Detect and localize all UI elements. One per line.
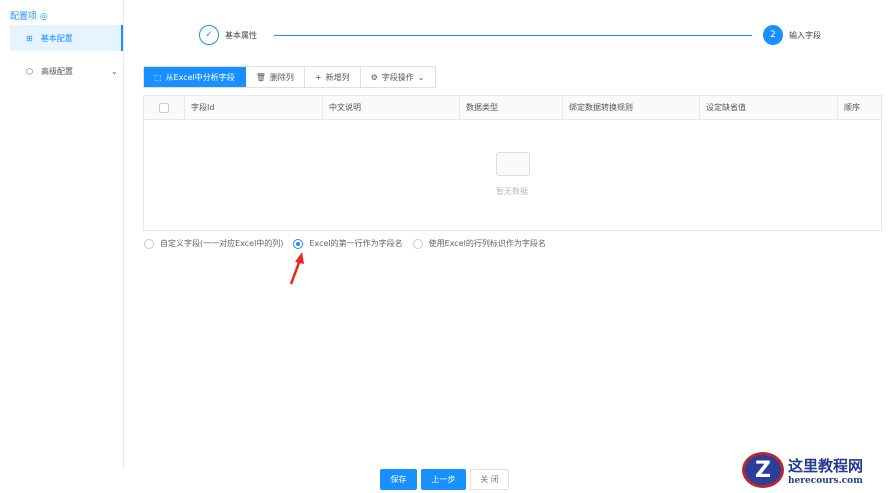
sidebar-title: 配置项 ◎	[10, 12, 48, 22]
plus-icon: +	[314, 72, 322, 82]
gear-icon: ⚙	[370, 72, 378, 82]
watermark: Z 这里教程网 herecours.com	[742, 452, 863, 488]
sidebar-item-basic[interactable]: ⊞ 基本配置	[10, 25, 123, 51]
field-name-mode: 自定义字段(一一对应Excel中的列) Excel的第一行作为字段名 使用Exc…	[144, 238, 546, 249]
toolbar: ⬚ 从Excel中分析字段 🗑︎ 删除列 + 新增列 ⚙ 字段操作 ⌄	[143, 66, 436, 88]
grid-icon: ⊞	[26, 33, 33, 43]
save-button[interactable]: 保存	[380, 469, 417, 490]
sidebar-item-label: 高级配置	[40, 66, 73, 76]
analyze-excel-button[interactable]: ⬚ 从Excel中分析字段	[144, 67, 246, 87]
column-header: 数据类型	[460, 96, 563, 119]
chevron-down-icon: ⌄	[110, 66, 118, 76]
add-column-button[interactable]: + 新增列	[305, 67, 361, 87]
button-label: 删除列	[269, 72, 294, 82]
button-label: 新增列	[325, 72, 350, 82]
delete-column-button[interactable]: 🗑︎ 删除列	[246, 67, 305, 87]
sidebar: 配置项 ◎ ⊞ 基本配置 ⬡ 高级配置 ⌄	[0, 0, 124, 468]
red-arrow-annotation-icon	[289, 252, 304, 285]
radio-circle	[293, 238, 304, 249]
step-1: ✓ 基本属性	[199, 25, 257, 45]
trash-icon: 🗑︎	[255, 72, 266, 82]
empty-inbox-icon	[496, 152, 530, 176]
select-icon: ⬚	[154, 72, 162, 82]
fields-table: 字段Id 中文说明 数据类型 绑定数据转换规则 设定缺省值 顺序 暂无数据	[143, 95, 882, 231]
settings-icon[interactable]: ◎	[40, 12, 48, 22]
cube-icon: ⬡	[26, 66, 33, 76]
watermark-title: 这里教程网	[788, 456, 864, 475]
radio-first-row[interactable]: Excel的第一行作为字段名	[293, 238, 403, 249]
step-number: 2	[763, 25, 783, 45]
field-ops-dropdown[interactable]: ⚙ 字段操作 ⌄	[361, 67, 435, 87]
previous-step-button[interactable]: 上一步	[421, 469, 466, 490]
close-button[interactable]: 关 闭	[470, 469, 509, 490]
column-header: 字段Id	[185, 96, 323, 119]
empty-text: 暂无数据	[496, 187, 528, 196]
button-label: 从Excel中分析字段	[165, 72, 235, 82]
chevron-down-icon: ⌄	[417, 72, 425, 82]
column-header: 顺序	[844, 103, 860, 112]
column-header: 设定缺省值	[700, 96, 838, 119]
column-header: 绑定数据转换规则	[563, 96, 700, 119]
radio-circle	[412, 238, 423, 249]
step-2: 2 输入字段	[763, 25, 821, 45]
radio-circle	[144, 238, 154, 249]
radio-label: 使用Excel的行列标识作为字段名	[428, 239, 546, 248]
sidebar-item-label: 基本配置	[40, 33, 73, 43]
select-all-checkbox[interactable]	[159, 102, 169, 113]
radio-custom-fields[interactable]: 自定义字段(一一对应Excel中的列)	[144, 238, 283, 249]
radio-row-col-id[interactable]: 使用Excel的行列标识作为字段名	[412, 238, 546, 249]
watermark-logo-icon: Z	[742, 452, 784, 488]
radio-label: 自定义字段(一一对应Excel中的列)	[160, 239, 284, 248]
step-label: 基本属性	[225, 30, 257, 40]
sidebar-item-advanced[interactable]: ⬡ 高级配置 ⌄	[10, 58, 123, 84]
step-connector	[274, 35, 752, 36]
button-label: 字段操作	[381, 72, 414, 82]
radio-label: Excel的第一行作为字段名	[309, 239, 403, 248]
watermark-url: herecours.com	[788, 475, 863, 486]
column-header: 中文说明	[323, 96, 460, 119]
table-header: 字段Id 中文说明 数据类型 绑定数据转换规则 设定缺省值 顺序	[144, 96, 881, 120]
step-label: 输入字段	[789, 30, 821, 40]
check-icon: ✓	[199, 25, 219, 45]
